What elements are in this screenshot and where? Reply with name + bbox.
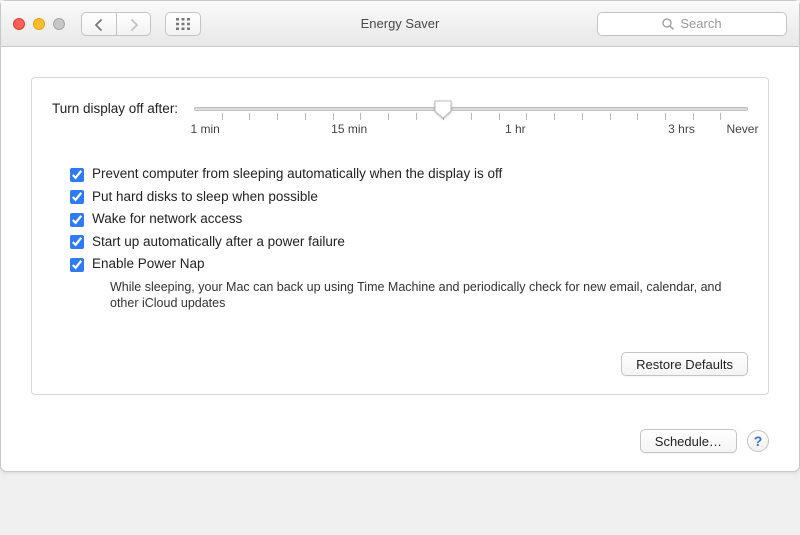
schedule-button[interactable]: Schedule…	[640, 429, 737, 453]
checkbox-input[interactable]	[70, 190, 84, 204]
search-icon	[662, 18, 674, 30]
question-mark-icon: ?	[754, 433, 763, 449]
window-footer: Schedule… ?	[1, 415, 799, 471]
tick-label: 3 hrs	[668, 122, 695, 136]
display-sleep-slider-row: Turn display off after:	[52, 100, 748, 138]
power-nap-checkbox[interactable]: Enable Power Nap	[70, 256, 748, 272]
help-button[interactable]: ?	[747, 430, 769, 452]
checkbox-label: Start up automatically after a power fai…	[92, 234, 345, 249]
tick-label: 15 min	[331, 122, 367, 136]
show-all-button[interactable]	[165, 12, 201, 36]
wake-network-checkbox[interactable]: Wake for network access	[70, 211, 748, 227]
settings-panel: Turn display off after:	[31, 77, 769, 395]
search-input[interactable]: Search	[597, 12, 787, 36]
slider-label: Turn display off after:	[52, 100, 178, 116]
search-placeholder: Search	[680, 16, 721, 31]
traffic-lights	[13, 18, 65, 30]
slider-ticks	[194, 113, 748, 120]
nav-segmented	[81, 12, 151, 36]
chevron-left-icon	[94, 19, 104, 31]
zoom-icon	[53, 18, 65, 30]
power-nap-description: While sleeping, your Mac can back up usi…	[110, 279, 748, 313]
tick-label: 1 min	[190, 122, 219, 136]
titlebar: Energy Saver Search	[1, 1, 799, 47]
power-failure-checkbox[interactable]: Start up automatically after a power fai…	[70, 234, 748, 250]
slider-track	[194, 107, 748, 111]
checkbox-label: Prevent computer from sleeping automatic…	[92, 166, 502, 181]
slider-tick-labels: 1 min 15 min 1 hr 3 hrs Never	[194, 122, 748, 138]
checkbox-input[interactable]	[70, 258, 84, 272]
checkbox-input[interactable]	[70, 213, 84, 227]
forward-button[interactable]	[116, 13, 150, 36]
grid-icon	[176, 18, 190, 30]
checkbox-label: Wake for network access	[92, 211, 242, 226]
chevron-right-icon	[129, 19, 139, 31]
preferences-window: Energy Saver Search Turn display off aft…	[0, 0, 800, 472]
checkbox-label: Put hard disks to sleep when possible	[92, 189, 318, 204]
slider-thumb[interactable]	[434, 100, 452, 119]
prevent-sleep-checkbox[interactable]: Prevent computer from sleeping automatic…	[70, 166, 748, 182]
checkbox-input[interactable]	[70, 235, 84, 249]
checkbox-input[interactable]	[70, 168, 84, 182]
close-icon[interactable]	[13, 18, 25, 30]
back-button[interactable]	[82, 13, 116, 36]
tick-label: Never	[726, 122, 758, 136]
display-sleep-slider[interactable]: 1 min 15 min 1 hr 3 hrs Never	[194, 100, 748, 138]
checkbox-list: Prevent computer from sleeping automatic…	[52, 166, 748, 312]
panel-footer: Restore Defaults	[52, 352, 748, 376]
minimize-icon[interactable]	[33, 18, 45, 30]
tick-label: 1 hr	[505, 122, 526, 136]
checkbox-label: Enable Power Nap	[92, 256, 205, 271]
content: Turn display off after:	[1, 47, 799, 415]
hard-disks-checkbox[interactable]: Put hard disks to sleep when possible	[70, 189, 748, 205]
restore-defaults-button[interactable]: Restore Defaults	[621, 352, 748, 376]
